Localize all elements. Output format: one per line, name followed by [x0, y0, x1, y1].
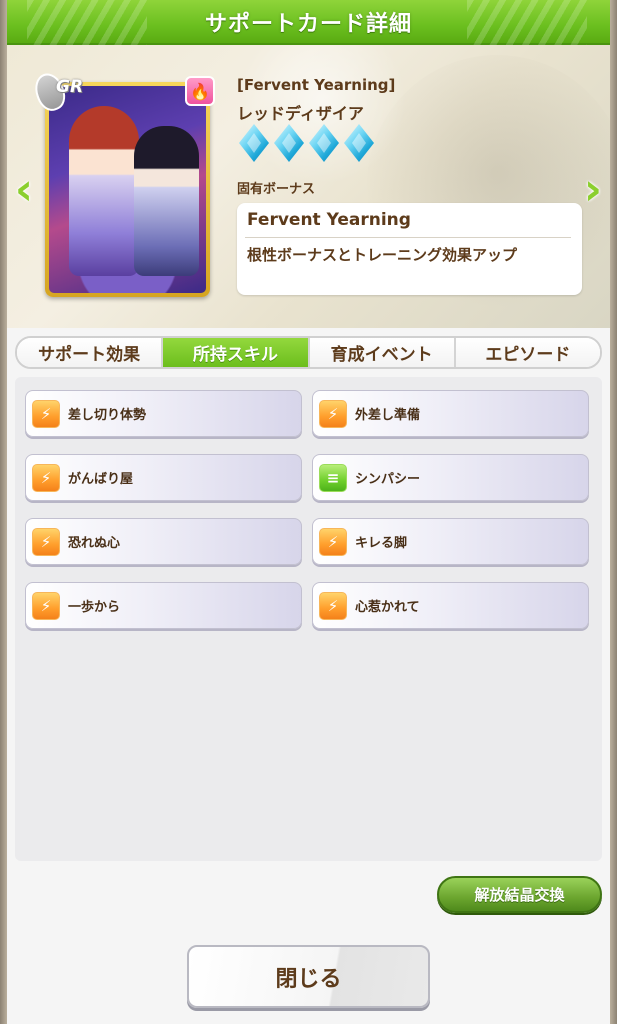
skill-item[interactable]: ⚡ 心惹かれて [312, 582, 589, 629]
skill-label: 心惹かれて [355, 600, 420, 615]
skill-item[interactable]: ⚡ 恐れぬ心 [25, 518, 302, 565]
skill-item[interactable]: ≡ シンパシー [312, 454, 589, 501]
prev-card-button[interactable]: ‹ [9, 163, 39, 215]
card-illustration [49, 86, 206, 293]
rarity-label: GR [56, 77, 84, 97]
skill-item[interactable]: ⚡ 一歩から [25, 582, 302, 629]
header-stripe-decoration [467, 0, 587, 45]
skill-label: 一歩から [68, 600, 121, 615]
support-card-detail-dialog: サポートカード詳細 ‹ › GR 🔥 [Fervent Yearning] レッ… [7, 0, 610, 1024]
bonus-name: Fervent Yearning [247, 210, 411, 230]
stamina-icon: ≡ [319, 463, 347, 492]
speed-icon: ⚡ [319, 527, 347, 556]
skill-label: シンパシー [355, 472, 421, 487]
skill-label: 恐れぬ心 [68, 536, 121, 551]
unique-bonus-box: Fervent Yearning 根性ボーナスとトレーニング効果アップ [237, 203, 582, 295]
character-figure [134, 126, 199, 276]
limit-break-gems [239, 124, 374, 162]
card-summary-area: ‹ › GR 🔥 [Fervent Yearning] レッドディザイア 固有ボ… [7, 45, 610, 328]
divider [245, 237, 571, 238]
unique-bonus-label: 固有ボーナス [237, 182, 316, 197]
crystal-exchange-button[interactable]: 解放結晶交換 [437, 876, 602, 913]
dialog-title: サポートカード詳細 [204, 11, 412, 37]
card-thumbnail[interactable] [45, 82, 210, 297]
detail-tabs: サポート効果 所持スキル 育成イベント エピソード [15, 336, 602, 369]
skill-label: キレる脚 [355, 536, 408, 551]
bonus-description: 根性ボーナスとトレーニング効果アップ [247, 246, 518, 264]
speed-icon: ⚡ [319, 399, 347, 428]
speed-icon: ⚡ [32, 591, 60, 620]
rarity-badge: GR [30, 63, 94, 115]
skill-item[interactable]: ⚡ キレる脚 [312, 518, 589, 565]
next-card-button[interactable]: › [578, 163, 608, 215]
diamond-gem-icon [274, 124, 304, 162]
chevron-left-icon: ‹ [14, 163, 34, 215]
speed-icon: ⚡ [32, 399, 60, 428]
skill-label: 外差し準備 [355, 408, 421, 423]
character-name: レッドディザイア [237, 104, 364, 123]
type-badge: 🔥 [185, 76, 215, 106]
close-button[interactable]: 閉じる [187, 945, 430, 1008]
card-title: [Fervent Yearning] [237, 76, 396, 94]
flame-icon: 🔥 [190, 81, 210, 101]
skill-item[interactable]: ⚡ 差し切り体勢 [25, 390, 302, 437]
skill-label: 差し切り体勢 [68, 408, 147, 423]
skills-list: ⚡ 差し切り体勢 ⚡ 外差し準備 ⚡ がんばり屋 ≡ シンパシー ⚡ 恐れぬ心 … [15, 377, 602, 861]
diamond-gem-icon [309, 124, 339, 162]
diamond-gem-icon [239, 124, 269, 162]
dialog-header: サポートカード詳細 [7, 0, 610, 45]
speed-icon: ⚡ [32, 463, 60, 492]
skill-label: がんばり屋 [68, 472, 134, 487]
chevron-right-icon: › [583, 163, 603, 215]
speed-icon: ⚡ [319, 591, 347, 620]
tab-support-effects[interactable]: サポート効果 [17, 338, 164, 367]
diamond-gem-icon [344, 124, 374, 162]
character-figure [69, 106, 139, 276]
tab-episodes[interactable]: エピソード [455, 338, 600, 367]
tab-training-events[interactable]: 育成イベント [309, 338, 456, 367]
tab-owned-skills[interactable]: 所持スキル [163, 338, 310, 367]
speed-icon: ⚡ [32, 527, 60, 556]
skill-item[interactable]: ⚡ がんばり屋 [25, 454, 302, 501]
skill-item[interactable]: ⚡ 外差し準備 [312, 390, 589, 437]
header-stripe-decoration [27, 0, 147, 45]
